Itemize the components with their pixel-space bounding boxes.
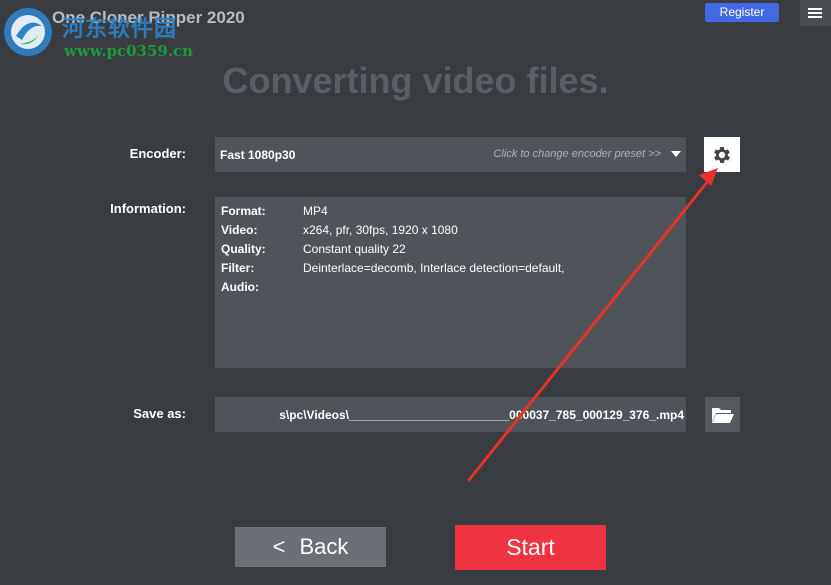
info-key: Filter:: [221, 261, 255, 275]
info-key: Format:: [221, 204, 266, 218]
information-label: Information:: [110, 201, 186, 216]
encoder-preset-value: Fast 1080p30: [220, 148, 296, 162]
browse-folder-button[interactable]: [705, 397, 740, 432]
watermark-logo: [4, 8, 52, 56]
information-panel: Format: MP4 Video: x264, pfr, 30fps, 192…: [215, 197, 686, 368]
chevron-left-icon: <: [272, 534, 286, 559]
chevron-down-icon: [671, 151, 681, 157]
back-button-label: Back: [299, 534, 349, 559]
watermark-site-name: 河东软件园: [62, 16, 178, 42]
menu-button[interactable]: [800, 0, 831, 26]
info-value: x264, pfr, 30fps, 1920 x 1080: [303, 223, 458, 237]
info-key: Audio:: [221, 280, 259, 294]
encoder-settings-button[interactable]: [704, 137, 740, 172]
info-key: Video:: [221, 223, 258, 237]
watermark-url: www.pc0359.cn: [64, 42, 194, 60]
register-button[interactable]: Register: [705, 3, 779, 22]
save-as-label: Save as:: [133, 406, 186, 421]
app-window: One Cloner Ripper 2020 河东软件园 www.pc0359.…: [0, 0, 831, 585]
start-button-label: Start: [506, 534, 555, 560]
encoder-label: Encoder:: [129, 146, 186, 161]
gear-icon: [714, 146, 730, 163]
encoder-preset-hint: Click to change encoder preset >>: [493, 148, 661, 160]
info-value: Constant quality 22: [303, 242, 406, 256]
save-path-value: s\pc\Videos\________________________0000…: [279, 408, 684, 422]
hamburger-menu-icon: [807, 7, 824, 19]
save-path-field[interactable]: s\pc\Videos\________________________0000…: [215, 397, 686, 432]
info-value: Deinterlace=decomb, Interlace detection=…: [303, 261, 565, 275]
page-title: Converting video files.: [222, 60, 609, 101]
folder-open-icon: [711, 407, 734, 423]
start-button[interactable]: Start: [455, 525, 606, 570]
info-key: Quality:: [221, 242, 266, 256]
back-button[interactable]: < Back: [235, 527, 386, 567]
encoder-preset-dropdown[interactable]: Fast 1080p30 Click to change encoder pre…: [215, 137, 686, 172]
info-value: MP4: [303, 204, 328, 218]
